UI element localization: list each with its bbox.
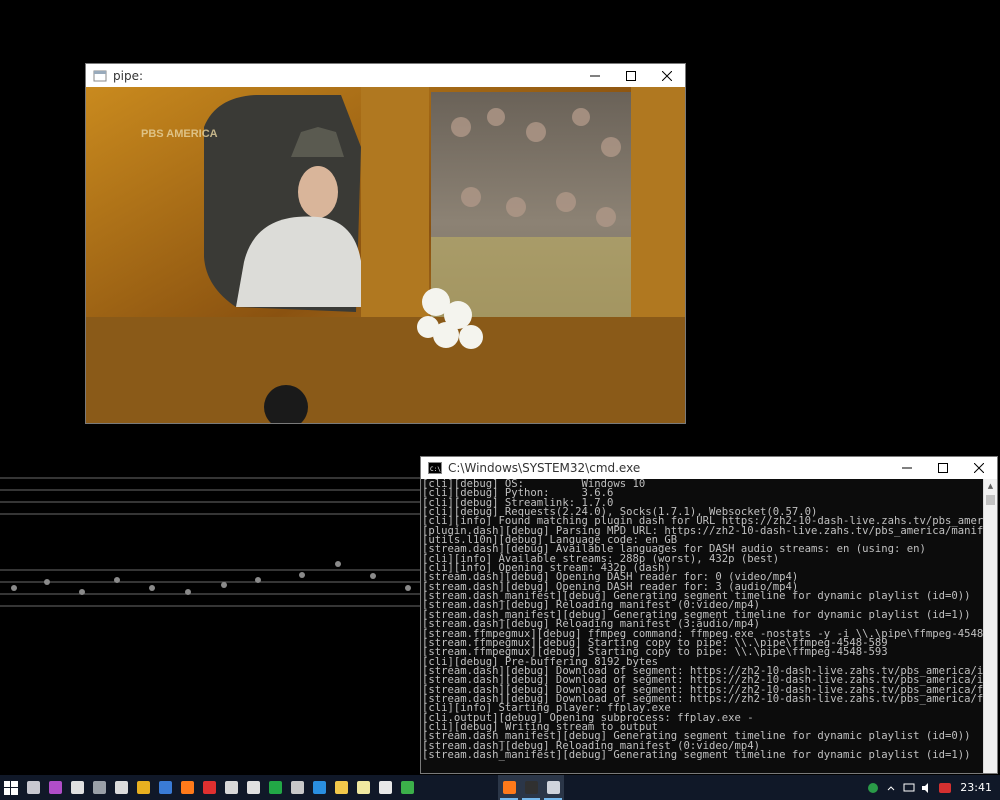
editor-icon[interactable] <box>374 775 396 800</box>
green-gem-icon-glyph <box>268 781 282 794</box>
vscode-icon-glyph <box>312 781 326 794</box>
console-output[interactable]: [cli][debug] OS: Windows 10 [cli][debug] … <box>421 479 983 773</box>
editor-icon-glyph <box>378 781 392 794</box>
video-frame[interactable]: PBS AMERICA <box>86 87 685 423</box>
maximize-icon <box>938 463 948 473</box>
close-icon <box>974 463 984 473</box>
console-line: [stream.dash_manifest][debug] Generating… <box>422 748 971 761</box>
minimize-icon <box>590 75 600 76</box>
block-icon[interactable] <box>198 775 220 800</box>
shell-icon-glyph <box>290 781 304 794</box>
chrome-icon-glyph <box>136 781 150 794</box>
volume-tray-icon[interactable] <box>918 782 936 794</box>
cmd-titlebar[interactable]: C:\ C:\Windows\SYSTEM32\cmd.exe <box>421 457 997 479</box>
show-hidden-icons-icon[interactable] <box>882 783 900 793</box>
clock[interactable]: 23:41 <box>954 781 1000 794</box>
cmd-close-button[interactable] <box>961 457 997 480</box>
vscode-icon[interactable] <box>308 775 330 800</box>
cmd-maximize-button[interactable] <box>925 457 961 480</box>
firefox-small-icon[interactable] <box>176 775 198 800</box>
swift-icon[interactable] <box>154 775 176 800</box>
notepad-icon-glyph <box>356 781 370 794</box>
pbs-watermark: PBS AMERICA <box>141 128 218 140</box>
swift-icon-glyph <box>158 781 172 794</box>
windows-logo-icon <box>4 780 18 795</box>
green-arrow-icon[interactable] <box>396 775 418 800</box>
green-arrow-icon-glyph <box>400 781 414 794</box>
document-icon-glyph <box>70 781 84 794</box>
maximize-button[interactable] <box>613 64 649 87</box>
shield-app-icon[interactable] <box>110 775 132 800</box>
purple-app-icon[interactable] <box>44 775 66 800</box>
folder-icon-glyph <box>334 781 348 794</box>
close-icon <box>662 70 672 81</box>
monitor-tray-icon[interactable] <box>900 782 918 794</box>
shield-app-icon-glyph <box>114 781 128 794</box>
taskbar: 23:41 <box>0 775 1000 800</box>
ring-app-icon-glyph <box>26 781 40 794</box>
cmd-taskbar-icon[interactable] <box>520 775 542 800</box>
cmd-taskbar-icon-glyph <box>524 781 538 794</box>
opera-icon-glyph <box>224 781 238 794</box>
minimize-icon <box>902 467 912 469</box>
minimize-button[interactable] <box>577 64 613 87</box>
scroll-up-icon[interactable]: ▲ <box>984 479 997 493</box>
opera-icon[interactable] <box>220 775 242 800</box>
block-icon-glyph <box>202 781 216 794</box>
pipe-window[interactable]: pipe: PBS AMERICA <box>85 63 686 424</box>
pipe-titlebar[interactable]: pipe: <box>86 64 685 87</box>
notepad-icon[interactable] <box>352 775 374 800</box>
network-tray-icon[interactable] <box>864 782 882 794</box>
background-graph <box>0 477 420 607</box>
trash-icon[interactable] <box>88 775 110 800</box>
cmd-window-title: C:\Windows\SYSTEM32\cmd.exe <box>448 461 641 475</box>
window-app-icon <box>93 70 107 81</box>
firefox-taskbar-icon-glyph <box>502 781 516 794</box>
gear-icon-glyph <box>246 781 260 794</box>
close-button[interactable] <box>649 64 685 87</box>
maximize-icon <box>626 70 636 81</box>
ring-app-icon[interactable] <box>22 775 44 800</box>
firefox-taskbar-icon[interactable] <box>498 775 520 800</box>
cmd-minimize-button[interactable] <box>889 457 925 480</box>
folder-icon[interactable] <box>330 775 352 800</box>
document-icon[interactable] <box>66 775 88 800</box>
pipe-taskbar-icon[interactable] <box>542 775 564 800</box>
video-image: PBS AMERICA <box>86 87 685 423</box>
pipe-window-title: pipe: <box>113 68 143 83</box>
trash-icon-glyph <box>92 781 106 794</box>
chrome-icon[interactable] <box>132 775 154 800</box>
pipe-taskbar-icon-glyph <box>546 781 560 794</box>
cmd-window[interactable]: C:\ C:\Windows\SYSTEM32\cmd.exe [cli][de… <box>420 456 998 774</box>
console-scrollbar[interactable]: ▲ <box>983 479 997 773</box>
shell-icon[interactable] <box>286 775 308 800</box>
red-tray-icon[interactable] <box>936 782 954 794</box>
svg-text:C:\: C:\ <box>430 466 441 473</box>
system-tray: 23:41 <box>864 775 1000 800</box>
purple-app-icon-glyph <box>48 781 62 794</box>
scroll-thumb[interactable] <box>986 495 995 505</box>
gear-icon[interactable] <box>242 775 264 800</box>
firefox-small-icon-glyph <box>180 781 194 794</box>
start-button[interactable] <box>0 775 22 800</box>
green-gem-icon[interactable] <box>264 775 286 800</box>
cmd-app-icon: C:\ <box>428 462 442 474</box>
